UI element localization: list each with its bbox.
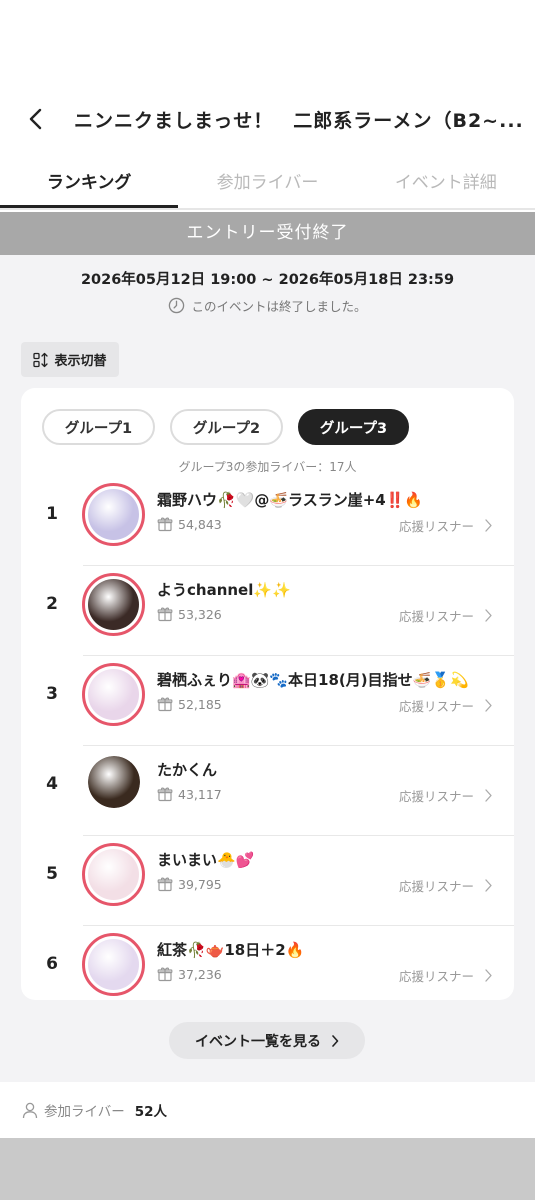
points: 53,326 <box>157 606 222 622</box>
liver-name: たかくん <box>157 761 218 779</box>
liver-name: 霜野ハウ🥀🤍@🍜ラスラン崖+4‼️🔥 <box>157 491 424 509</box>
points-value: 39,795 <box>178 876 222 892</box>
avatar[interactable] <box>82 573 145 636</box>
chevron-right-icon <box>485 789 492 802</box>
tab-bar: ランキング 参加ライバー イベント詳細 <box>0 160 535 210</box>
gift-icon <box>157 517 173 532</box>
tab-participants[interactable]: 参加ライバー <box>178 160 356 208</box>
avatar-image <box>88 849 139 900</box>
chevron-right-icon <box>485 699 492 712</box>
liver-name: 碧栖ふぇり🏩🐼🐾本日18(月)目指せ🍜🥇💫 <box>157 671 469 689</box>
avatar-image <box>88 669 139 720</box>
avatar[interactable] <box>88 756 140 808</box>
points-value: 52,185 <box>178 696 222 712</box>
tab-event-details[interactable]: イベント詳細 <box>357 160 535 208</box>
back-button[interactable] <box>0 98 74 140</box>
avatar[interactable] <box>82 933 145 996</box>
points-value: 54,843 <box>178 516 222 532</box>
chevron-left-icon <box>29 108 42 130</box>
event-list-label: イベント一覧を見る <box>195 1033 321 1050</box>
avatar[interactable] <box>82 663 145 726</box>
group-3-button[interactable]: グループ3 <box>298 409 409 445</box>
sort-toggle-icon <box>33 352 49 367</box>
support-listeners-label: 応援リスナー <box>398 519 474 534</box>
rank-number: 2 <box>46 594 58 614</box>
points-value: 37,236 <box>178 966 222 982</box>
header: ニンニクましまっせ！ 二郎系ラーメン（B2~... <box>0 98 535 140</box>
points: 37,236 <box>157 966 222 982</box>
rank-number: 1 <box>46 504 58 524</box>
chevron-right-icon <box>485 519 492 532</box>
ranking-row[interactable]: 3 碧栖ふぇり🏩🐼🐾本日18(月)目指せ🍜🥇💫 52,185 応援リスナー <box>21 656 514 746</box>
participant-count: 52人 <box>134 1104 168 1120</box>
clock-icon <box>169 297 185 314</box>
avatar-image <box>88 756 140 808</box>
gift-icon <box>157 787 173 802</box>
support-listeners-link[interactable]: 応援リスナー <box>399 966 493 985</box>
ranking-list: 1 霜野ハウ🥀🤍@🍜ラスラン崖+4‼️🔥 54,843 応援リスナー 2 ようchanne… <box>21 476 514 1000</box>
liver-name: ようchannel✨✨ <box>157 581 291 599</box>
avatar[interactable] <box>82 843 145 906</box>
avatar-image <box>88 939 139 990</box>
points: 43,117 <box>157 786 222 802</box>
points: 54,843 <box>157 516 222 532</box>
support-listeners-link[interactable]: 応援リスナー <box>399 606 493 625</box>
support-listeners-label: 応援リスナー <box>398 879 474 894</box>
event-ended-text: このイベントは終了しました。 <box>191 299 367 314</box>
liver-name: まいまい🐣💕 <box>157 851 255 869</box>
ranking-row[interactable]: 1 霜野ハウ🥀🤍@🍜ラスラン崖+4‼️🔥 54,843 応援リスナー <box>21 476 514 566</box>
person-icon <box>22 1102 38 1118</box>
avatar-image <box>88 579 139 630</box>
rank-number: 3 <box>46 684 58 704</box>
gift-icon <box>157 967 173 982</box>
display-toggle-label: 表示切替 <box>54 354 107 369</box>
ranking-card: グループ1 グループ2 グループ3 グループ3の参加ライバー：17人 1 霜野ハウ… <box>21 388 514 1000</box>
support-listeners-link[interactable]: 応援リスナー <box>399 876 493 895</box>
gift-icon <box>157 877 173 892</box>
tab-ranking[interactable]: ランキング <box>0 160 179 208</box>
gift-icon <box>157 697 173 712</box>
bottom-overlay <box>0 1138 535 1200</box>
page-title: ニンニクましまっせ！ 二郎系ラーメン（B2~... <box>74 109 524 132</box>
points: 39,795 <box>157 876 222 892</box>
ranking-row[interactable]: 4 たかくん 43,117 応援リスナー <box>21 746 514 836</box>
participant-label: 参加ライバー <box>44 1104 125 1120</box>
ranking-row[interactable]: 2 ようchannel✨✨ 53,326 応援リスナー <box>21 566 514 656</box>
chevron-right-icon <box>485 609 492 622</box>
event-period: 2026年05月12日 19:00 ~ 2026年05月18日 23:59 <box>80 272 455 288</box>
chevron-right-icon <box>485 879 492 892</box>
group-participant-count: グループ3の参加ライバー：17人 <box>178 460 357 474</box>
group-1-button[interactable]: グループ1 <box>42 409 155 445</box>
rank-number: 6 <box>46 954 58 974</box>
ranking-row[interactable]: 5 まいまい🐣💕 39,795 応援リスナー <box>21 836 514 926</box>
support-listeners-link[interactable]: 応援リスナー <box>399 516 493 535</box>
group-2-button[interactable]: グループ2 <box>170 409 283 445</box>
avatar[interactable] <box>82 483 145 546</box>
chevron-right-icon <box>485 969 492 982</box>
avatar-image <box>88 489 139 540</box>
points-value: 43,117 <box>178 786 222 802</box>
points: 52,185 <box>157 696 222 712</box>
display-toggle-button[interactable]: 表示切替 <box>21 342 119 377</box>
entry-status-bar: エントリー受付終了 <box>0 212 535 255</box>
support-listeners-label: 応援リスナー <box>398 699 474 714</box>
support-listeners-label: 応援リスナー <box>398 789 474 804</box>
points-value: 53,326 <box>178 606 222 622</box>
support-listeners-link[interactable]: 応援リスナー <box>399 696 493 715</box>
support-listeners-label: 応援リスナー <box>398 609 474 624</box>
rank-number: 4 <box>46 774 58 794</box>
group-selector: グループ1 グループ2 グループ3 <box>42 409 409 445</box>
participant-footer: 参加ライバー 52人 <box>0 1082 535 1138</box>
support-listeners-link[interactable]: 応援リスナー <box>399 786 493 805</box>
event-ended-notice: このイベントは終了しました。 <box>0 296 535 315</box>
gift-icon <box>157 607 173 622</box>
event-list-button[interactable]: イベント一覧を見る <box>169 1022 365 1059</box>
ranking-row[interactable]: 6 紅茶🥀🫖18日＋2🔥 37,236 応援リスナー <box>21 926 514 1000</box>
support-listeners-label: 応援リスナー <box>398 969 474 984</box>
chevron-right-icon <box>332 1034 339 1047</box>
rank-number: 5 <box>46 864 58 884</box>
top-area: ニンニクましまっせ！ 二郎系ラーメン（B2~... ランキング 参加ライバー イ… <box>0 0 535 255</box>
liver-name: 紅茶🥀🫖18日＋2🔥 <box>157 941 305 959</box>
